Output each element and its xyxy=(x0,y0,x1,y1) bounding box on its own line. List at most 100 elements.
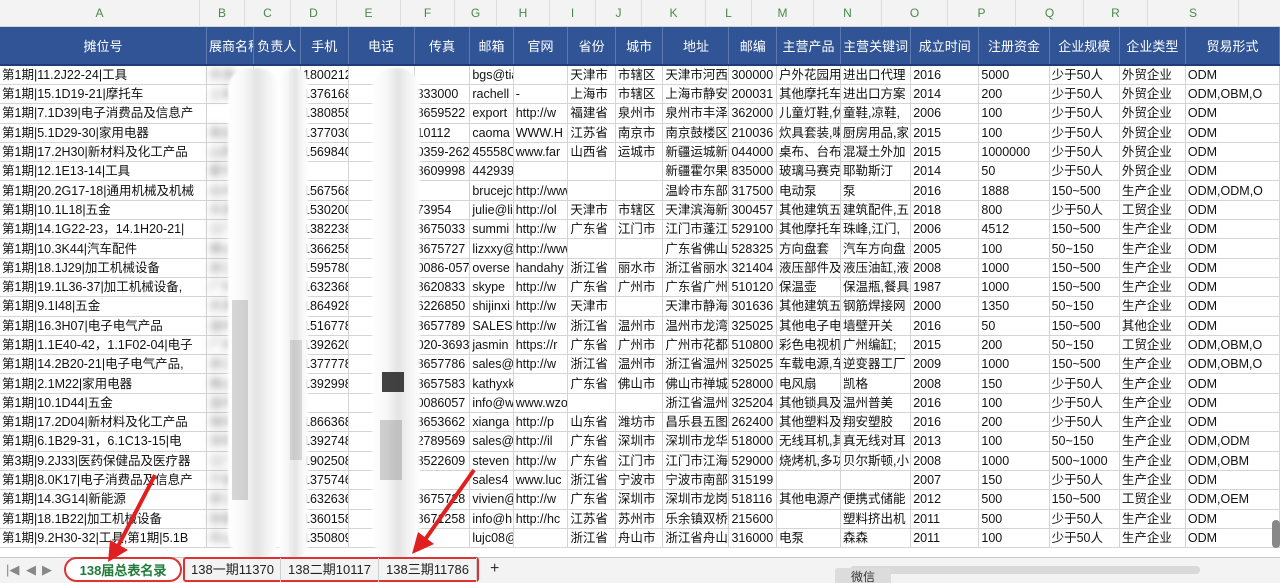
table-cell[interactable]: http://w xyxy=(513,277,569,298)
table-cell[interactable]: 户外花园用 xyxy=(776,65,842,85)
table-cell[interactable]: 温州市 xyxy=(615,354,664,375)
column-header[interactable]: 注册资金 xyxy=(978,27,1050,66)
table-cell[interactable]: www.far xyxy=(513,142,569,163)
table-cell[interactable]: skype xyxy=(469,277,514,298)
table-cell[interactable]: 325025 xyxy=(728,316,777,336)
table-cell[interactable]: 舟山市 xyxy=(615,528,664,549)
table-cell[interactable]: 第1期|11.2J22-24|工具 xyxy=(0,65,208,85)
table-cell[interactable]: 广东省 xyxy=(567,489,616,510)
table-cell[interactable]: 炊具套装,喇 xyxy=(776,123,842,143)
table-cell[interactable]: 广东省 xyxy=(567,335,616,356)
table-cell[interactable]: 生产企业 xyxy=(1119,451,1186,471)
table-cell[interactable]: 混凝土外加 xyxy=(840,142,912,163)
table-cell[interactable]: WWW.H xyxy=(513,123,569,143)
table-cell[interactable]: 生产企业 xyxy=(1119,528,1186,549)
table-cell[interactable]: 进出口代理 xyxy=(840,65,912,85)
table-cell[interactable]: 2011 xyxy=(910,509,980,529)
table-cell[interactable]: 逆变器工厂 xyxy=(840,354,912,375)
column-header[interactable]: 城市 xyxy=(615,27,664,66)
table-cell[interactable]: 泉州市丰泽 xyxy=(662,103,730,124)
table-cell[interactable]: ODM xyxy=(1185,238,1280,259)
table-cell[interactable]: 2005 xyxy=(910,238,980,259)
table-cell[interactable]: 50 xyxy=(978,161,1050,182)
table-cell[interactable]: 第1期|12.1E13-14|工具 xyxy=(0,161,208,182)
table-cell[interactable]: 317500 xyxy=(728,180,777,201)
table-cell[interactable]: 8657789 xyxy=(414,316,471,336)
table-cell[interactable]: 2018 xyxy=(910,200,980,221)
table-cell[interactable]: 少于50人 xyxy=(1049,373,1120,394)
table-cell[interactable]: 昌乐县五图 xyxy=(662,412,730,433)
table-cell[interactable]: 6226850 xyxy=(414,296,471,317)
table-cell[interactable]: 1000000 xyxy=(978,142,1050,163)
table-cell[interactable]: 300457 xyxy=(728,200,777,221)
table-cell[interactable]: 生产企业 xyxy=(1119,393,1186,414)
table-cell[interactable]: ODM,OBM,O xyxy=(1185,335,1280,356)
table-cell[interactable]: 8675727 xyxy=(414,238,471,259)
table-cell[interactable]: 生产企业 xyxy=(1119,509,1186,529)
table-cell[interactable]: 温州市 xyxy=(615,316,664,336)
first-sheet-button[interactable]: |◀ xyxy=(6,562,19,578)
table-cell[interactable]: 天津市 xyxy=(567,65,616,85)
table-cell[interactable]: 广东省 xyxy=(567,277,616,298)
table-cell[interactable]: 200 xyxy=(978,412,1050,433)
table-cell[interactable]: 上海市静安 xyxy=(662,84,730,105)
table-cell[interactable]: 建筑配件,五 xyxy=(840,200,912,221)
table-cell[interactable]: 300000 xyxy=(728,65,777,85)
table-cell[interactable]: 广东省 xyxy=(567,373,616,394)
table-cell[interactable]: 100 xyxy=(978,123,1050,143)
table-cell[interactable]: ODM,OEM xyxy=(1185,489,1280,510)
table-cell[interactable]: 2016 xyxy=(910,393,980,414)
table-cell[interactable]: http://w xyxy=(513,103,569,124)
table-cell[interactable]: 第1期|17.2H30|新材料及化工产品 xyxy=(0,142,208,163)
column-header[interactable]: 邮箱 xyxy=(469,27,514,66)
table-cell[interactable]: 第1期|17.2D04|新材料及化工产品 xyxy=(0,412,208,433)
table-cell[interactable]: 50~150 xyxy=(1049,238,1120,259)
table-cell[interactable]: 2015 xyxy=(910,123,980,143)
column-letter[interactable]: O xyxy=(882,0,948,27)
table-cell[interactable]: 天津市 xyxy=(567,296,616,317)
table-cell[interactable]: 1350 xyxy=(978,296,1050,317)
table-cell[interactable]: overse xyxy=(469,258,514,278)
table-cell[interactable]: 广州编缸; xyxy=(840,335,912,356)
column-letter[interactable]: P xyxy=(948,0,1016,27)
table-cell[interactable]: 森森 xyxy=(840,528,912,549)
column-header[interactable]: 省份 xyxy=(567,27,616,66)
table-cell[interactable]: 浙江省温州 xyxy=(662,393,730,414)
table-cell[interactable]: julie@li xyxy=(469,200,514,221)
table-cell[interactable]: 车载电源,车 xyxy=(776,354,842,375)
table-cell[interactable]: 电风扇 xyxy=(776,373,842,394)
table-cell[interactable]: 生产企业 xyxy=(1119,180,1186,201)
table-cell[interactable]: 贝尔斯顿,小 xyxy=(840,451,912,471)
table-cell[interactable]: 262400 xyxy=(728,412,777,433)
table-cell[interactable]: 市辖区 xyxy=(615,84,664,105)
table-cell[interactable] xyxy=(567,393,616,414)
table-cell[interactable]: 耶勒斯汀 xyxy=(840,161,912,182)
table-cell[interactable]: 其他塑料及 xyxy=(776,412,842,433)
table-cell[interactable]: 外贸企业 xyxy=(1119,123,1186,143)
table-cell[interactable]: 凯格 xyxy=(840,373,912,394)
table-cell[interactable]: 工贸企业 xyxy=(1119,335,1186,356)
column-letter[interactable]: S xyxy=(1148,0,1239,27)
table-cell[interactable]: kathyxks@163.c xyxy=(469,373,514,394)
table-cell[interactable]: 528325 xyxy=(728,238,777,259)
table-cell[interactable]: 其他锁具及 xyxy=(776,393,842,414)
table-cell[interactable]: 第1期|14.1G22-23，14.1H20-21| xyxy=(0,219,208,240)
table-cell[interactable]: 2009 xyxy=(910,354,980,375)
table-cell[interactable]: 510120 xyxy=(728,277,777,298)
table-cell[interactable]: 外贸企业 xyxy=(1119,103,1186,124)
table-cell[interactable]: 温岭市东部 xyxy=(662,180,730,201)
table-cell[interactable]: 生产企业 xyxy=(1119,238,1186,259)
table-cell[interactable]: 1000 xyxy=(978,258,1050,278)
table-cell[interactable]: 少于50人 xyxy=(1049,84,1120,105)
column-letter[interactable]: M xyxy=(752,0,814,27)
table-cell[interactable]: 浙江省 xyxy=(567,354,616,375)
table-cell[interactable]: 100 xyxy=(978,238,1050,259)
prev-sheet-button[interactable]: ◀ xyxy=(26,562,36,578)
table-cell[interactable]: 2000 xyxy=(910,296,980,317)
table-cell[interactable]: http://ol xyxy=(513,200,569,221)
table-cell[interactable]: http://www.wolfsonpump xyxy=(513,180,569,201)
table-cell[interactable]: 044000 xyxy=(728,142,777,163)
table-cell[interactable]: 5000 xyxy=(978,65,1050,85)
table-cell[interactable]: 8657583 xyxy=(414,373,471,394)
table-cell[interactable]: 方向盘套 xyxy=(776,238,842,259)
